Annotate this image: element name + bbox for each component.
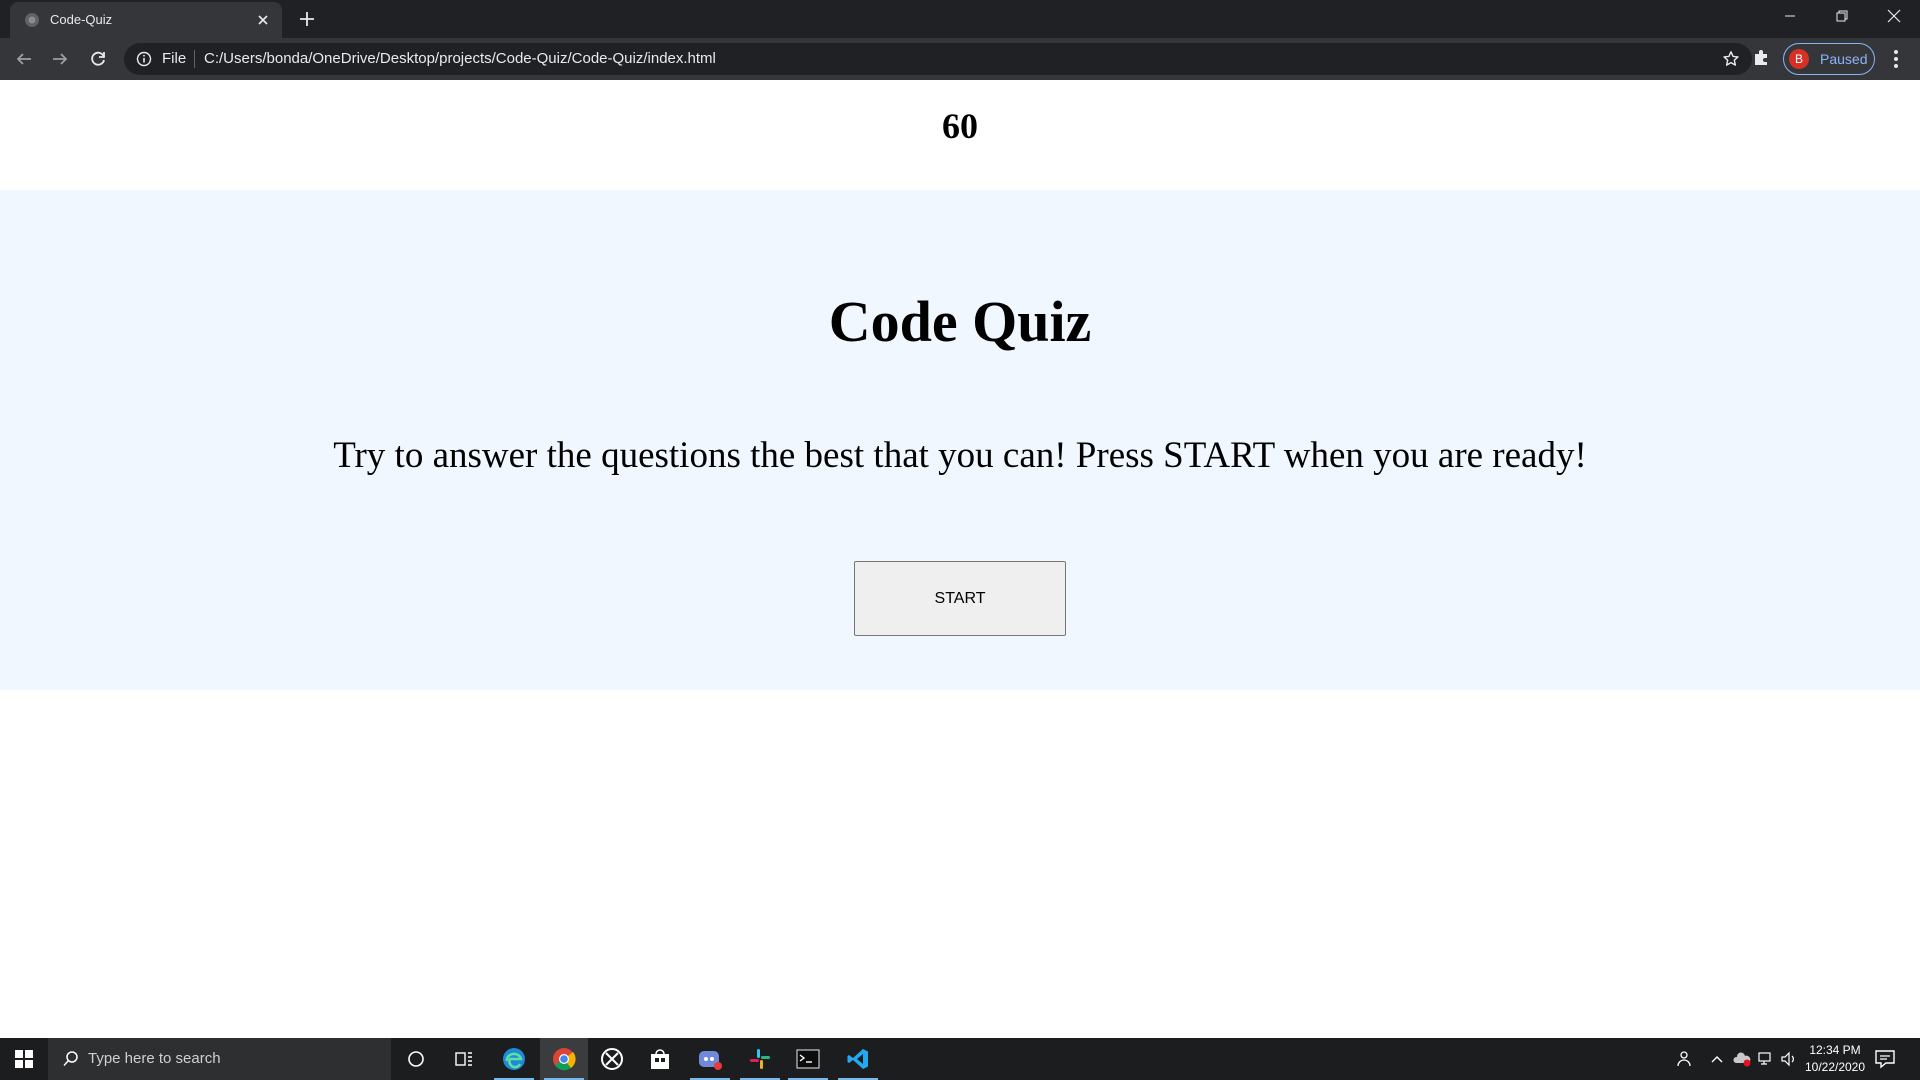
new-tab-icon[interactable]: [297, 9, 317, 29]
volume-icon[interactable]: [1780, 1050, 1798, 1068]
people-icon[interactable]: [1674, 1050, 1692, 1068]
address-bar[interactable]: File C:/Users/bonda/OneDrive/Desktop/pro…: [124, 43, 1752, 75]
browser-tab[interactable]: Code-Quiz: [10, 2, 282, 38]
web-page: 60 Code Quiz Try to answer the questions…: [0, 80, 1920, 1038]
bookmark-star-icon[interactable]: [1722, 50, 1740, 68]
vscode-icon: [847, 1049, 868, 1069]
cortana-icon: [408, 1051, 424, 1067]
intro-section: Code Quiz Try to answer the questions th…: [0, 190, 1920, 690]
globe-icon: [25, 13, 39, 27]
arrow-left-icon: [16, 53, 31, 65]
store-icon: [651, 1049, 669, 1069]
sync-status-label: Paused: [1820, 51, 1868, 67]
minimize-button[interactable]: [1764, 0, 1816, 32]
reload-icon: [91, 51, 105, 66]
arrow-right-icon: [53, 53, 68, 65]
windows-logo-icon: [15, 1050, 33, 1068]
xbox-icon: [601, 1048, 623, 1070]
search-placeholder: Type here to search: [88, 1050, 221, 1067]
url-text[interactable]: C:/Users/bonda/OneDrive/Desktop/projects…: [204, 51, 716, 67]
chevron-up-icon[interactable]: [1708, 1050, 1726, 1068]
restore-button[interactable]: [1816, 0, 1868, 32]
back-button[interactable]: [12, 47, 36, 71]
task-view-icon: [455, 1052, 472, 1066]
taskbar-terminal[interactable]: [784, 1038, 832, 1080]
taskbar-slack[interactable]: [736, 1038, 784, 1080]
address-divider: [194, 50, 195, 68]
system-clock[interactable]: 12:34 PM 10/22/2020: [1800, 1042, 1870, 1076]
close-tab-icon[interactable]: [254, 11, 272, 29]
profile-button[interactable]: B Paused: [1783, 43, 1875, 75]
more-menu-icon[interactable]: [1884, 47, 1908, 71]
taskbar-search[interactable]: Type here to search: [48, 1038, 391, 1080]
network-icon[interactable]: [1757, 1050, 1775, 1068]
taskbar-chrome[interactable]: [540, 1038, 588, 1080]
info-icon[interactable]: [136, 51, 152, 67]
browser-toolbar: File C:/Users/bonda/OneDrive/Desktop/pro…: [0, 38, 1920, 80]
close-icon: [1887, 9, 1901, 23]
taskbar-xbox[interactable]: [588, 1038, 636, 1080]
chrome-icon: [553, 1048, 576, 1071]
extensions-puzzle-icon[interactable]: [1752, 47, 1772, 67]
clock-time: 12:34 PM: [1809, 1043, 1861, 1057]
edge-icon: [503, 1048, 525, 1070]
task-view-button[interactable]: [440, 1038, 488, 1080]
slack-icon: [750, 1049, 770, 1069]
discord-icon: [699, 1051, 722, 1070]
taskbar-vscode[interactable]: [834, 1038, 882, 1080]
taskbar-edge[interactable]: [490, 1038, 538, 1080]
restore-icon: [1836, 10, 1848, 22]
close-window-button[interactable]: [1868, 0, 1920, 32]
clock-date: 10/22/2020: [1804, 1060, 1866, 1074]
tab-title: Code-Quiz: [50, 12, 113, 27]
avatar: B: [1789, 49, 1809, 69]
forward-button[interactable]: [48, 47, 72, 71]
minimize-icon: [1785, 15, 1795, 17]
terminal-icon: [796, 1049, 820, 1069]
onedrive-error-icon[interactable]: [1733, 1050, 1751, 1068]
taskbar-discord[interactable]: [686, 1038, 734, 1080]
page-title: Code Quiz: [828, 289, 1092, 354]
windows-taskbar: Type here to search 12:34 PM 10/22/2020: [0, 1038, 1920, 1080]
reload-button[interactable]: [86, 47, 110, 71]
intro-text: Try to answer the questions the best tha…: [333, 435, 1587, 476]
url-scheme-label: File: [162, 50, 187, 67]
browser-tab-strip: Code-Quiz: [0, 0, 1920, 38]
taskbar-store[interactable]: [636, 1038, 684, 1080]
search-icon: [63, 1051, 78, 1067]
notification-center-icon[interactable]: [1874, 1049, 1896, 1069]
start-button[interactable]: START: [854, 561, 1066, 636]
countdown-timer: 60: [942, 106, 978, 146]
windows-start-button[interactable]: [0, 1038, 48, 1080]
cortana-button[interactable]: [392, 1038, 440, 1080]
